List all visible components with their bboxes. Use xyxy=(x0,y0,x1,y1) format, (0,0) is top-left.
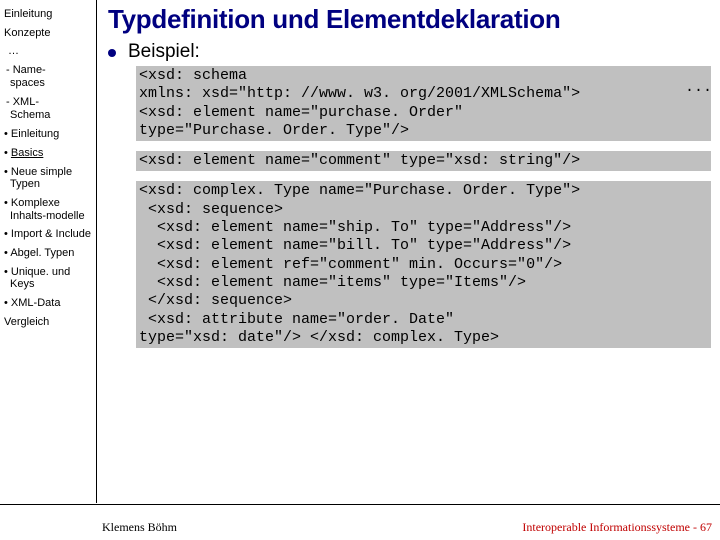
slide-title: Typdefinition und Elementdeklaration xyxy=(108,4,712,35)
footer-author: Klemens Böhm xyxy=(102,520,177,535)
footer: Klemens Böhm Interoperable Informationss… xyxy=(0,504,720,540)
nav-sub-neue[interactable]: Neue simple Typen xyxy=(4,166,92,191)
nav-xmlschema[interactable]: - XML- Schema xyxy=(8,96,92,121)
nav-einleitung[interactable]: Einleitung xyxy=(4,8,92,21)
slide-content: Typdefinition und Elementdeklaration Bei… xyxy=(100,0,718,358)
footer-page: Interoperable Informationssysteme - 67 xyxy=(522,520,712,535)
example-label-row: Beispiel: xyxy=(108,41,712,63)
nav-konzepte[interactable]: Konzepte xyxy=(4,27,92,40)
nav-sub-basics[interactable]: Basics xyxy=(4,147,92,160)
nav-sub-komplexe[interactable]: Komplexe Inhalts-modelle xyxy=(4,197,92,222)
code-block-2: <xsd: element name="comment" type="xsd: … xyxy=(136,151,711,171)
code-block-3: <xsd: complex. Type name="Purchase. Orde… xyxy=(136,181,711,348)
code-continuation-ellipsis: ... xyxy=(685,79,712,96)
nav-sub-unique[interactable]: Unique. und Keys xyxy=(4,266,92,291)
sidebar: Einleitung Konzepte … - Name- spaces - X… xyxy=(0,0,97,503)
nav-sub-import[interactable]: Import & Include xyxy=(4,228,92,241)
nav-sub-einleitung[interactable]: Einleitung xyxy=(4,128,92,141)
nav-namespaces[interactable]: - Name- spaces xyxy=(8,64,92,89)
nav-sub-abgel[interactable]: Abgel. Typen xyxy=(4,247,92,260)
code-block-1: <xsd: schema xmlns: xsd="http: //www. w3… xyxy=(136,66,711,141)
nav-sub-xmldata[interactable]: XML-Data xyxy=(4,297,92,310)
nav-ellipsis: … xyxy=(8,45,92,58)
example-label: Beispiel: xyxy=(128,41,200,63)
nav-vergleich[interactable]: Vergleich xyxy=(4,316,92,329)
bullet-icon xyxy=(108,49,116,57)
